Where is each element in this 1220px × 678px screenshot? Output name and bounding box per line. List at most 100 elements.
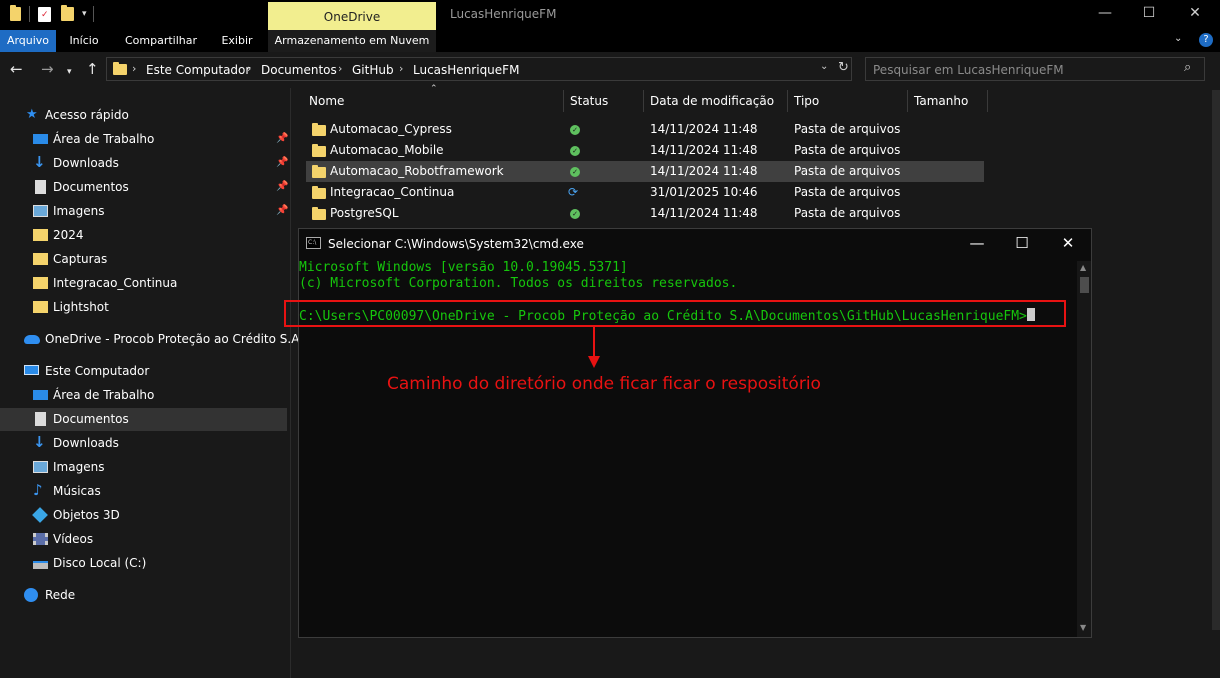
- annotation-text: Caminho do diretório onde ficar ficar o …: [387, 374, 821, 394]
- cloud-icon: [24, 335, 40, 344]
- synced-check-icon: ✓: [570, 167, 580, 177]
- folder-icon: [312, 144, 326, 157]
- cmd-scrollbar[interactable]: ▲ ▼: [1077, 261, 1091, 637]
- chevron-right-icon[interactable]: ›: [399, 62, 403, 75]
- pin-icon[interactable]: 📌: [276, 157, 288, 168]
- properties-icon[interactable]: ✓: [38, 6, 51, 22]
- tab-inicio[interactable]: Início: [58, 30, 110, 52]
- column-data-modificacao[interactable]: Data de modificação: [650, 92, 774, 114]
- tab-arquivo[interactable]: Arquivo: [0, 30, 56, 52]
- tab-exibir[interactable]: Exibir: [212, 30, 262, 52]
- file-date: 31/01/2025 10:46: [650, 185, 758, 199]
- file-type: Pasta de arquivos: [794, 185, 901, 199]
- file-date: 14/11/2024 11:48: [650, 206, 758, 220]
- synced-check-icon: ✓: [570, 125, 580, 135]
- cmd-scroll-thumb[interactable]: [1080, 277, 1089, 293]
- music-icon: ♪: [33, 481, 43, 499]
- chevron-right-icon[interactable]: ›: [338, 62, 342, 75]
- onedrive-context-tab[interactable]: OneDrive: [268, 2, 436, 30]
- annotation-highlight-box: [284, 300, 1066, 327]
- cmd-title-bar[interactable]: C:\ Selecionar C:\Windows\System32\cmd.e…: [299, 229, 1091, 259]
- cmd-title: Selecionar C:\Windows\System32\cmd.exe: [328, 237, 584, 251]
- pin-icon[interactable]: 📌: [276, 133, 288, 144]
- address-box[interactable]: › Este Computador › Documentos › GitHub …: [106, 57, 852, 81]
- cmd-minimize-button[interactable]: —: [962, 234, 992, 252]
- new-folder-icon[interactable]: [61, 5, 74, 21]
- tab-armazenamento-nuvem[interactable]: Armazenamento em Nuvem: [268, 30, 436, 52]
- drive-icon: [33, 561, 48, 569]
- sort-ascending-icon: ⌃: [430, 84, 438, 94]
- annotation-arrow-head-icon: [588, 356, 600, 368]
- column-tamanho[interactable]: Tamanho: [914, 92, 968, 114]
- column-separator[interactable]: [907, 90, 908, 112]
- column-separator[interactable]: [787, 90, 788, 112]
- pane-divider[interactable]: [290, 88, 291, 678]
- column-separator[interactable]: [987, 90, 988, 112]
- file-name: Automacao_Mobile: [330, 143, 444, 157]
- back-arrow-icon[interactable]: ←: [10, 61, 23, 77]
- toolbar-divider: [29, 6, 30, 22]
- download-icon: ↓: [33, 433, 46, 451]
- image-icon: [33, 205, 48, 217]
- file-row[interactable]: Automacao_Robotframework ✓ 14/11/2024 11…: [306, 161, 984, 182]
- column-separator[interactable]: [563, 90, 564, 112]
- search-icon[interactable]: ⌕: [1184, 60, 1191, 75]
- document-icon: [35, 412, 46, 426]
- explorer-scrollbar[interactable]: [1212, 90, 1220, 630]
- pin-icon[interactable]: 📌: [276, 181, 288, 192]
- up-arrow-icon[interactable]: ↑: [86, 61, 99, 77]
- window-title: LucasHenriqueFM: [450, 7, 557, 21]
- minimize-button[interactable]: —: [1091, 4, 1119, 24]
- maximize-button[interactable]: ☐: [1135, 4, 1163, 24]
- file-row[interactable]: Integracao_Continua ⟳ 31/01/2025 10:46 P…: [306, 182, 984, 203]
- video-icon: [33, 533, 48, 545]
- search-box[interactable]: Pesquisar em LucasHenriqueFM ⌕: [865, 57, 1205, 81]
- cmd-close-button[interactable]: ✕: [1053, 234, 1083, 252]
- chevron-right-icon[interactable]: ›: [132, 62, 136, 75]
- image-icon: [33, 461, 48, 473]
- file-type: Pasta de arquivos: [794, 164, 901, 178]
- desktop-icon: [33, 390, 48, 400]
- cmd-maximize-button[interactable]: ☐: [1007, 234, 1037, 252]
- scroll-down-icon[interactable]: ▼: [1080, 623, 1086, 632]
- column-status[interactable]: Status: [570, 92, 608, 114]
- computer-icon: [24, 365, 39, 375]
- file-name: PostgreSQL: [330, 206, 399, 220]
- column-separator[interactable]: [643, 90, 644, 112]
- breadcrumb-github[interactable]: GitHub: [352, 63, 394, 77]
- terminal-line: Microsoft Windows [versão 10.0.19045.537…: [299, 260, 628, 275]
- help-icon[interactable]: ?: [1199, 33, 1213, 47]
- cmd-app-icon: C:\: [306, 237, 321, 249]
- column-nome[interactable]: Nome: [309, 92, 344, 114]
- file-row[interactable]: Automacao_Cypress ✓ 14/11/2024 11:48 Pas…: [306, 119, 984, 140]
- recent-locations-icon[interactable]: ▾: [67, 64, 72, 80]
- cmd-window[interactable]: C:\ Selecionar C:\Windows\System32\cmd.e…: [298, 228, 1092, 638]
- chevron-right-icon[interactable]: ›: [247, 62, 251, 75]
- network-icon: [24, 588, 38, 602]
- close-button[interactable]: ✕: [1181, 4, 1209, 24]
- customize-toolbar-icon[interactable]: ▾: [82, 9, 87, 19]
- tab-compartilhar[interactable]: Compartilhar: [116, 30, 206, 52]
- breadcrumb-este-computador[interactable]: Este Computador: [146, 63, 250, 77]
- file-row[interactable]: PostgreSQL ✓ 14/11/2024 11:48 Pasta de a…: [306, 203, 984, 224]
- file-row[interactable]: Automacao_Mobile ✓ 14/11/2024 11:48 Past…: [306, 140, 984, 161]
- address-dropdown-icon[interactable]: ⌄: [820, 61, 828, 72]
- download-icon: ↓: [33, 153, 46, 171]
- scroll-up-icon[interactable]: ▲: [1080, 263, 1086, 272]
- folder-icon: [33, 253, 48, 265]
- forward-arrow-icon[interactable]: →: [41, 61, 54, 77]
- file-type: Pasta de arquivos: [794, 143, 901, 157]
- folder-icon: [10, 5, 21, 21]
- folder-icon: [312, 207, 326, 220]
- folder-icon: [33, 301, 48, 313]
- ribbon-expand-icon[interactable]: ⌄: [1174, 33, 1182, 44]
- pin-icon[interactable]: 📌: [276, 205, 288, 216]
- search-input[interactable]: Pesquisar em LucasHenriqueFM: [873, 63, 1064, 77]
- refresh-icon[interactable]: ↻: [838, 60, 849, 75]
- breadcrumb-lucashenriquefm[interactable]: LucasHenriqueFM: [413, 63, 519, 77]
- quick-access-toolbar: ✓ ▾: [10, 5, 94, 22]
- breadcrumb-documentos[interactable]: Documentos: [261, 63, 337, 77]
- ribbon-tabs: Arquivo Início Compartilhar Exibir Armaz…: [0, 30, 1220, 52]
- navigation-pane: [0, 88, 290, 678]
- column-tipo[interactable]: Tipo: [794, 92, 819, 114]
